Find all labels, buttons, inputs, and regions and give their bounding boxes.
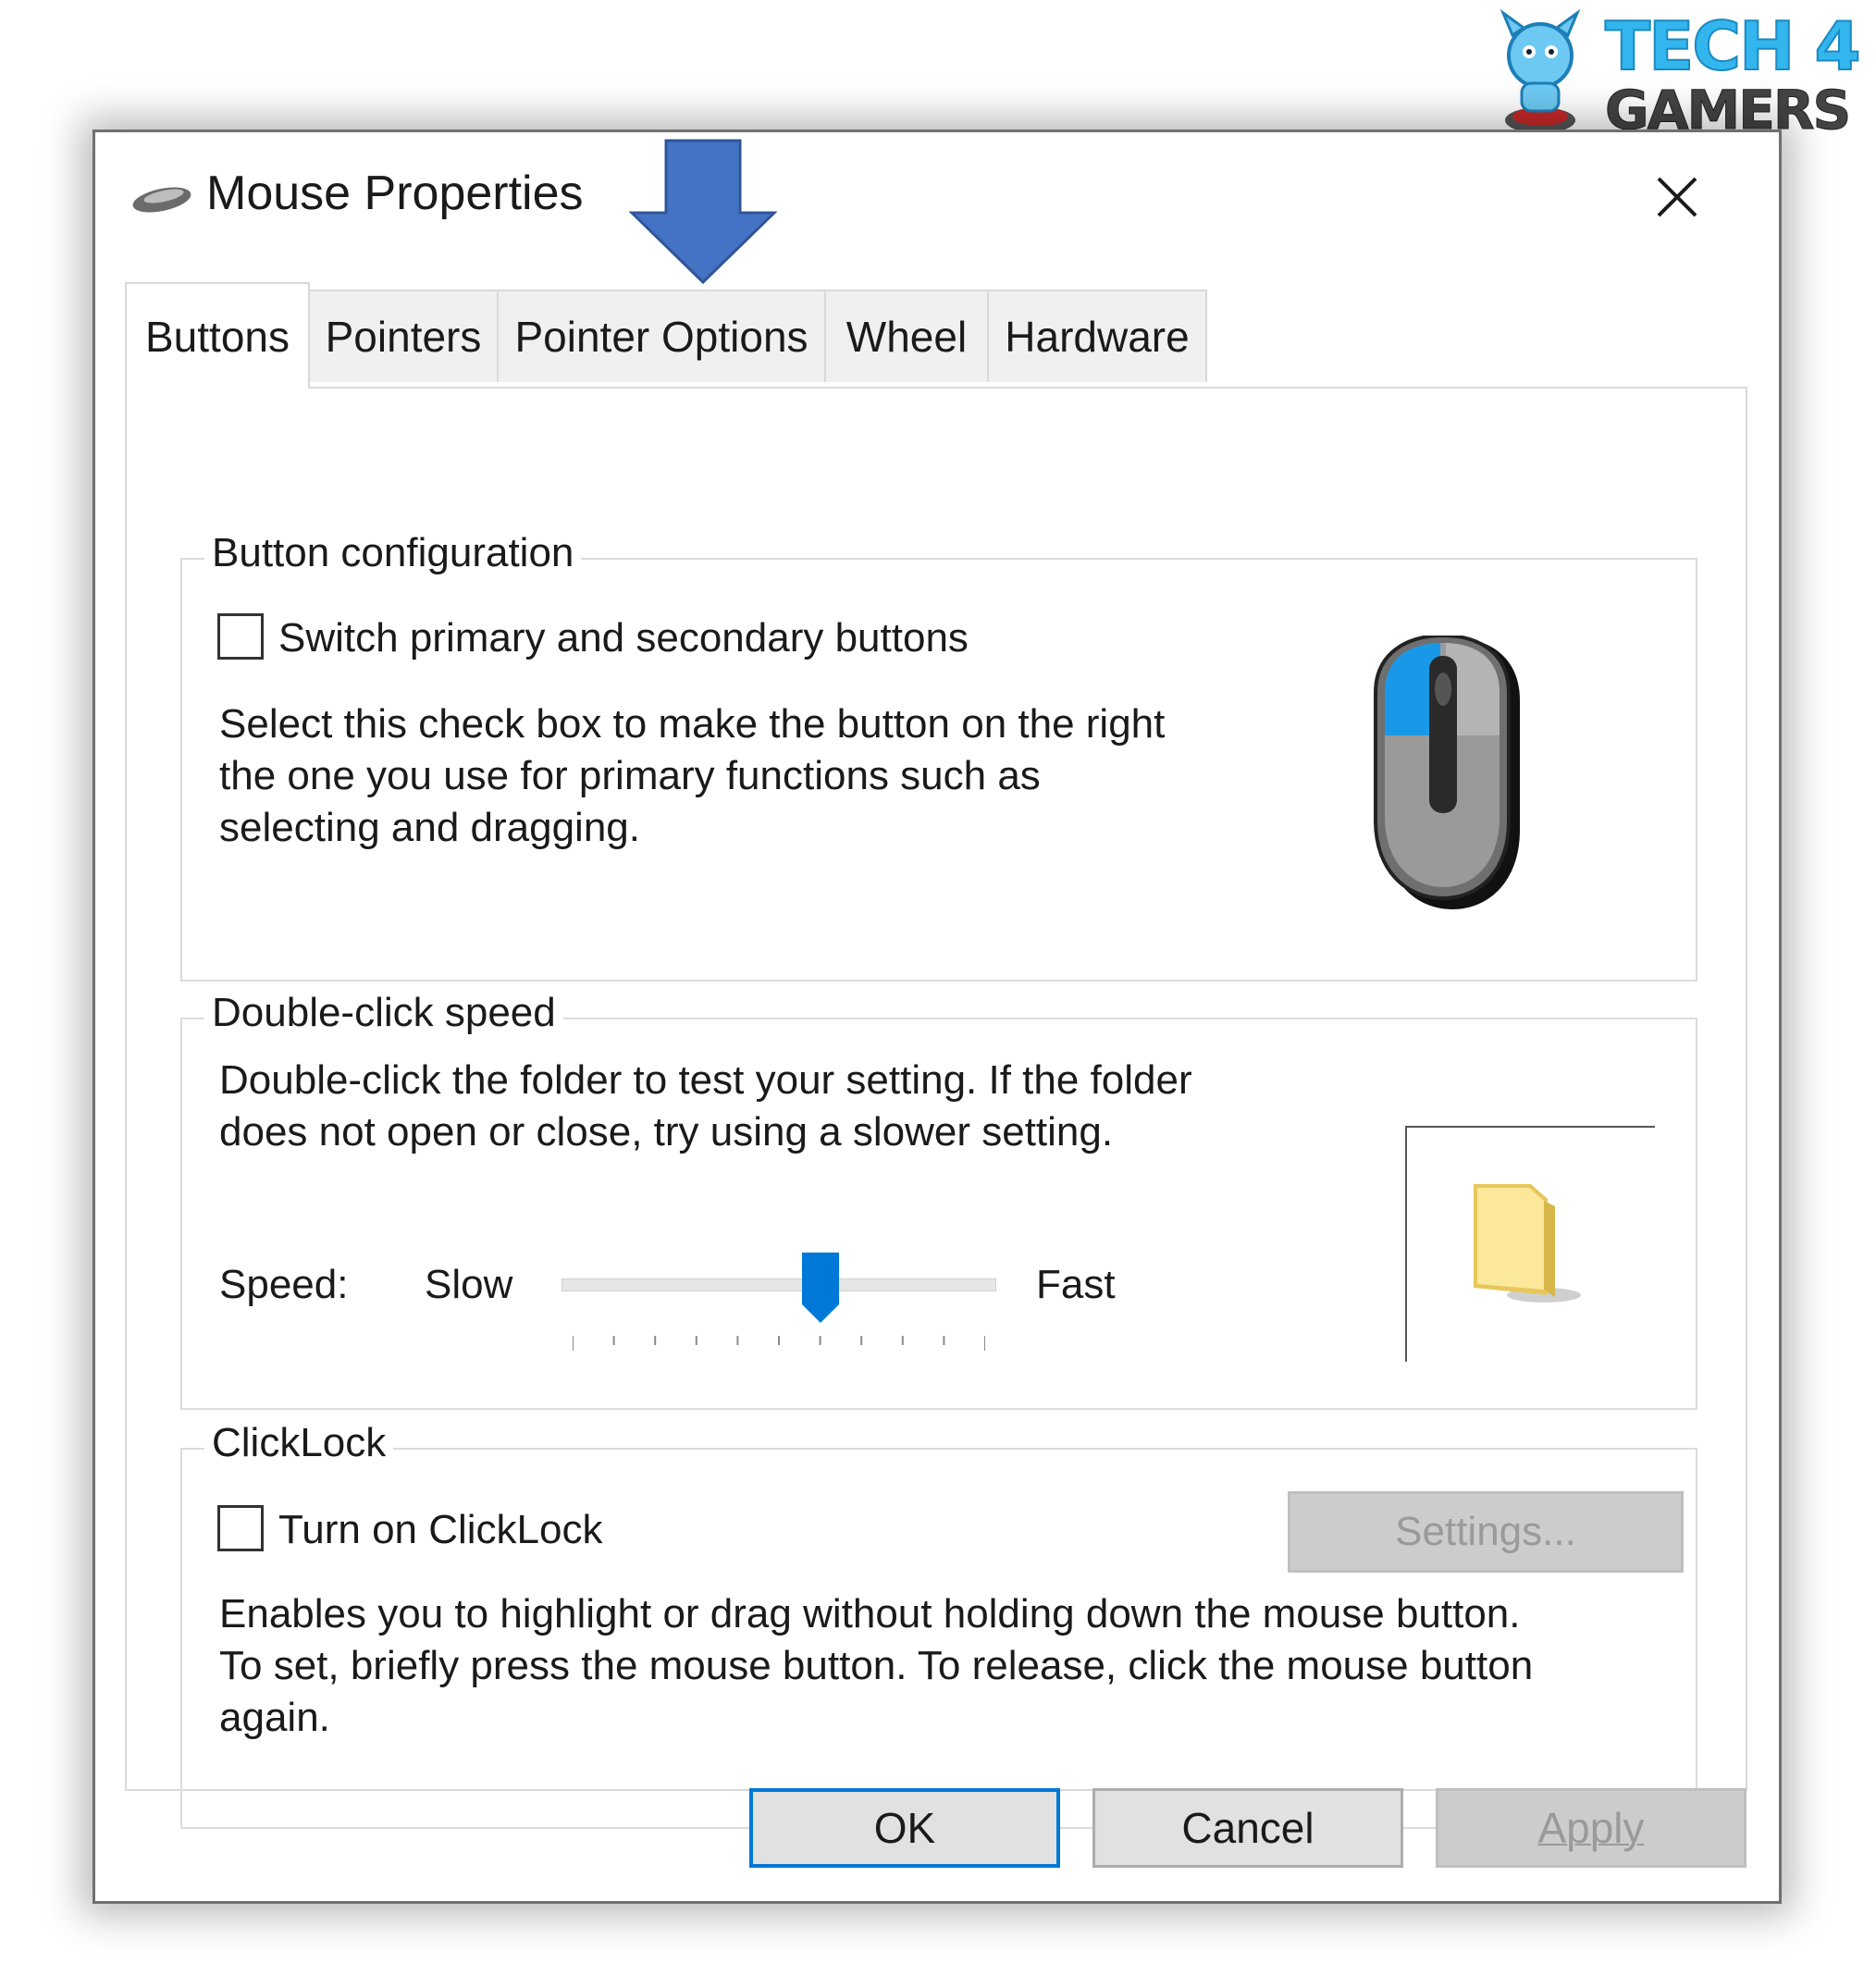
buttons-tab-panel: Button configuration Switch primary and … <box>125 387 1747 1829</box>
double-click-speed-slider[interactable] <box>562 1278 996 1291</box>
clicklock-group: ClickLock Turn on ClickLock Settings... … <box>180 1420 1697 1829</box>
close-button[interactable] <box>1622 151 1733 243</box>
clicklock-description: Enables you to highlight or drag without… <box>219 1591 1534 1740</box>
folder-icon <box>1474 1184 1581 1303</box>
switch-buttons-checkbox[interactable] <box>217 613 264 660</box>
clicklock-label[interactable]: Turn on ClickLock <box>278 1507 603 1553</box>
double-click-test-area[interactable] <box>1405 1126 1655 1362</box>
window-title: Mouse Properties <box>206 167 584 220</box>
clicklock-settings-button[interactable]: Settings... <box>1288 1491 1684 1573</box>
button-configuration-legend: Button configuration <box>204 530 582 576</box>
double-click-speed-group: Double-click speed Double-click the fold… <box>180 990 1697 1410</box>
close-icon <box>1657 177 1697 217</box>
apply-button[interactable]: Apply <box>1436 1788 1746 1868</box>
speed-label: Speed: <box>219 1262 349 1307</box>
apply-button-label: Apply <box>1537 1804 1645 1852</box>
mouse-illustration-icon <box>1374 636 1520 909</box>
slider-ticks <box>573 1336 985 1351</box>
double-click-description: Double-click the folder to test your set… <box>219 1057 1192 1155</box>
slider-thumb[interactable] <box>800 1251 841 1325</box>
tech4gamers-logo: TECH 4 GAMERS <box>1485 9 1873 139</box>
mouse-properties-dialog: Mouse Properties Buttons Pointers Pointe… <box>93 130 1782 1904</box>
mouse-icon <box>132 187 191 213</box>
switch-buttons-label[interactable]: Switch primary and secondary buttons <box>278 615 969 661</box>
fast-label: Fast <box>1036 1262 1116 1307</box>
button-configuration-description: Select this check box to make the button… <box>219 701 1166 850</box>
button-configuration-group: Button configuration Switch primary and … <box>180 530 1697 982</box>
mascot-icon <box>1500 9 1581 133</box>
tab-buttons[interactable]: Buttons <box>125 282 310 389</box>
logo-wordmark: TECH 4 GAMERS <box>1604 7 1862 138</box>
double-click-speed-legend: Double-click speed <box>204 990 563 1036</box>
logo-line1: TECH 4 <box>1604 7 1862 85</box>
tab-pointer-options[interactable]: Pointer Options <box>497 290 826 382</box>
tab-pointers[interactable]: Pointers <box>308 290 499 382</box>
clicklock-checkbox[interactable] <box>217 1505 264 1551</box>
cancel-button[interactable]: Cancel <box>1092 1788 1403 1868</box>
ok-button[interactable]: OK <box>749 1788 1060 1868</box>
arrow-down-icon <box>629 139 777 285</box>
clicklock-legend: ClickLock <box>204 1420 394 1466</box>
tab-wheel[interactable]: Wheel <box>824 290 989 382</box>
slow-label: Slow <box>425 1262 513 1307</box>
tab-hardware[interactable]: Hardware <box>987 290 1207 382</box>
